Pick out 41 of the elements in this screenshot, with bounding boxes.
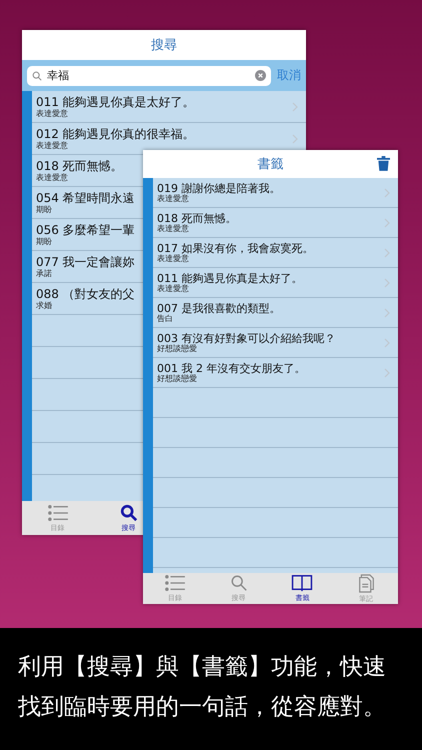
document-icon bbox=[358, 574, 375, 592]
search-icon bbox=[120, 504, 138, 522]
screen-title: 搜尋 bbox=[151, 37, 177, 54]
phrase-title[interactable]: 018 死而無憾。 bbox=[36, 159, 123, 174]
phrase-category: 表達愛意 bbox=[157, 285, 189, 294]
phrase-category: 期盼 bbox=[36, 238, 52, 247]
phrase-category: 期盼 bbox=[36, 206, 52, 215]
list-icon bbox=[164, 574, 186, 592]
phrase-title[interactable]: 012 能夠遇見你真的很幸福。 bbox=[36, 127, 195, 142]
list-icon bbox=[46, 504, 68, 522]
book-icon bbox=[291, 574, 314, 592]
phrase-category: 表達愛意 bbox=[36, 174, 68, 183]
phrase-category: 好想談戀愛 bbox=[157, 345, 197, 354]
phrase-title[interactable]: 019 謝謝你總是陪著我。 bbox=[157, 182, 280, 196]
phrase-category: 承諾 bbox=[36, 270, 52, 279]
phrase-title[interactable]: 007 是我很喜歡的類型。 bbox=[157, 302, 280, 316]
phrase-category: 求婚 bbox=[36, 302, 52, 311]
search-icon bbox=[32, 70, 42, 80]
phrase-category: 表達愛意 bbox=[36, 110, 68, 119]
phrase-title[interactable]: 011 能夠遇見你真是太好了。 bbox=[157, 272, 302, 286]
caption-text: 利用【搜尋】與【書籤】功能，快速找到臨時要用的一句話，從容應對。 bbox=[18, 653, 387, 722]
phrase-title[interactable]: 077 我一定會讓妳 bbox=[36, 255, 135, 270]
phrase-title[interactable]: 088 （對女友的父 bbox=[36, 287, 135, 302]
phrase-title[interactable]: 054 希望時間永遠 bbox=[36, 191, 135, 206]
phrase-category: 好想談戀愛 bbox=[157, 375, 197, 384]
phrase-title[interactable]: 018 死而無憾。 bbox=[157, 212, 236, 226]
phrase-category: 表達愛意 bbox=[157, 255, 189, 264]
phrase-category: 表達愛意 bbox=[157, 225, 189, 234]
phrase-category: 表達愛意 bbox=[36, 142, 68, 151]
phrase-title[interactable]: 017 如果沒有你，我會寂寞死。 bbox=[157, 242, 314, 256]
trash-icon[interactable] bbox=[377, 156, 390, 171]
clear-icon[interactable] bbox=[255, 70, 266, 81]
phrase-category: 表達愛意 bbox=[157, 195, 189, 204]
phrase-category: 告白 bbox=[157, 315, 173, 324]
phrase-title[interactable]: 003 有沒有好對象可以介紹給我呢？ bbox=[157, 332, 336, 346]
phrase-title[interactable]: 001 我 2 年沒有交女朋友了。 bbox=[157, 362, 306, 376]
phrase-title[interactable]: 056 多麼希望一輩 bbox=[36, 223, 135, 238]
screen-title: 書籤 bbox=[258, 156, 284, 173]
search-field[interactable]: 幸福 bbox=[27, 66, 271, 86]
phrase-title[interactable]: 011 能夠遇見你真是太好了。 bbox=[36, 95, 195, 110]
search-icon bbox=[230, 574, 248, 592]
